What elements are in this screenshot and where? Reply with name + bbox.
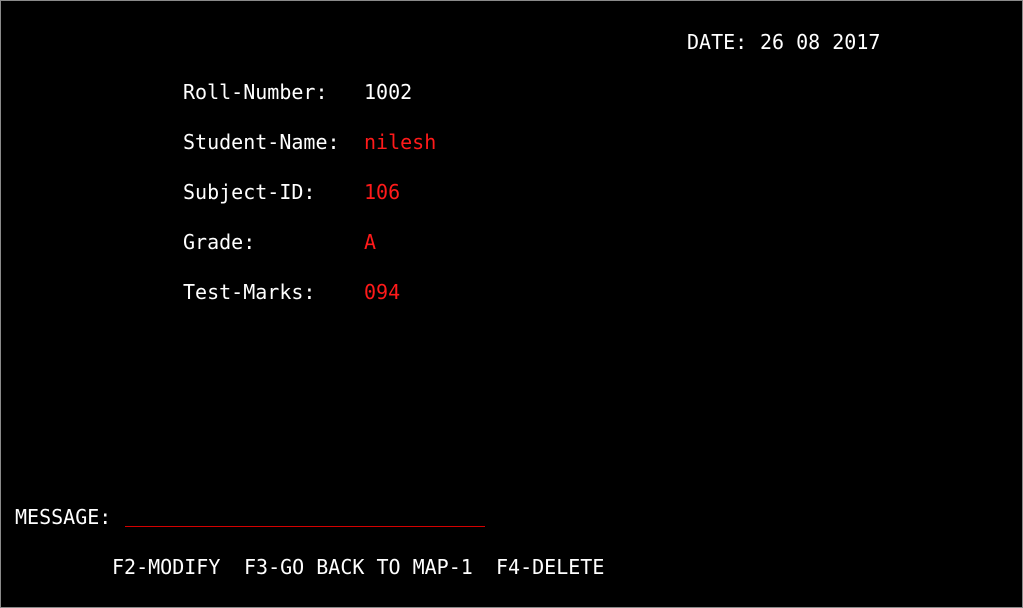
date-value: 26 08 2017 [760, 30, 881, 54]
grade-label: Grade: [183, 230, 256, 254]
message-underline [125, 526, 485, 527]
test-marks-field[interactable]: 094 [364, 280, 400, 304]
student-name-field[interactable]: nilesh [364, 130, 436, 154]
subject-id-field[interactable]: 106 [364, 180, 400, 204]
date-label: DATE: [687, 30, 748, 54]
f2-modify-key[interactable]: F2-MODIFY [112, 555, 220, 579]
roll-number-value: 1002 [364, 80, 413, 104]
grade-field[interactable]: A [364, 230, 376, 254]
f3-go-back-key[interactable]: F3-GO BACK TO MAP-1 [244, 555, 473, 579]
subject-id-label: Subject-ID: [183, 180, 316, 204]
f4-delete-key[interactable]: F4-DELETE [496, 555, 604, 579]
roll-number-label: Roll-Number: [183, 80, 328, 104]
message-label: MESSAGE: [15, 505, 112, 529]
terminal-screen: DATE: 26 08 2017 Roll-Number: 1002 Stude… [0, 0, 1023, 608]
student-name-label: Student-Name: [183, 130, 340, 154]
test-marks-label: Test-Marks: [183, 280, 316, 304]
